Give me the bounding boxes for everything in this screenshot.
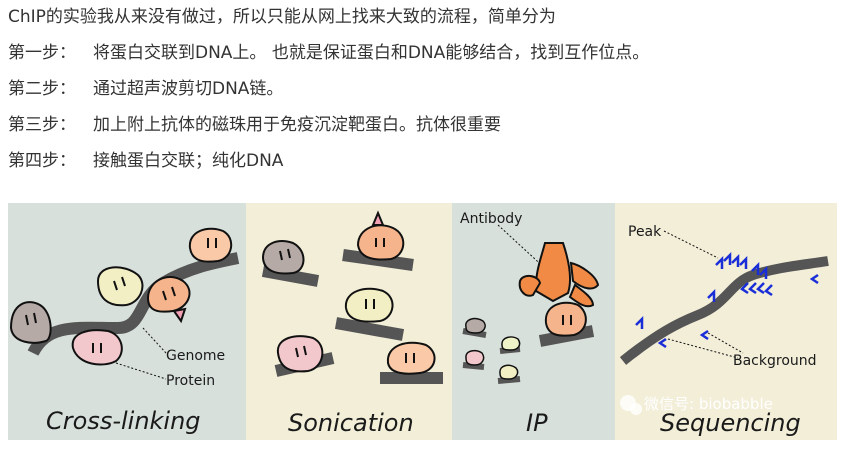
antibody-label: Antibody <box>460 211 522 227</box>
step-2-text: 通过超声波剪切DNA链。 <box>93 79 284 99</box>
chip-workflow-figure: Genome Protein Cross-linking Sonication … <box>8 203 837 440</box>
step-2-label: 第二步： <box>8 79 76 99</box>
step-4: 第四步： 接触蛋白交联；纯化DNA <box>8 150 283 172</box>
panel-title-crosslinking: Cross-linking <box>46 407 201 435</box>
article: ChIP的实验我从来没有做过，所以只能从网上找来大致的流程，简单分为 第一步： 将… <box>0 0 862 453</box>
panel-title-sonication: Sonication <box>288 409 414 437</box>
step-1-label: 第一步： <box>8 43 76 63</box>
step-4-label: 第四步： <box>8 151 76 171</box>
panel-title-sequencing: Sequencing <box>660 409 801 437</box>
peak-label: Peak <box>628 224 662 240</box>
panel-title-ip: IP <box>526 409 548 437</box>
step-3-label: 第三步： <box>8 115 76 135</box>
intro-paragraph: ChIP的实验我从来没有做过，所以只能从网上找来大致的流程，简单分为 <box>8 7 556 27</box>
protein-peach <box>188 227 233 263</box>
protein-pink <box>71 329 123 366</box>
step-1: 第一步： 将蛋白交联到DNA上。 也就是保证蛋白和DNA能够结合，找到互作位点。 <box>8 42 649 64</box>
step-3: 第三步： 加上附上抗体的磁珠用于免疫沉淀靶蛋白。抗体很重要 <box>8 114 501 136</box>
genome-label: Genome <box>166 348 225 364</box>
protein-yellow <box>96 266 144 307</box>
protein-label: Protein <box>166 373 215 389</box>
step-4-text: 接触蛋白交联；纯化DNA <box>93 151 284 171</box>
step-2: 第二步： 通过超声波剪切DNA链。 <box>8 78 283 100</box>
protein-grey <box>9 301 52 344</box>
step-3-text: 加上附上抗体的磁珠用于免疫沉淀靶蛋白。抗体很重要 <box>93 115 501 135</box>
background-label: Background <box>733 353 817 369</box>
step-1-text: 将蛋白交联到DNA上。 也就是保证蛋白和DNA能够结合，找到互作位点。 <box>93 43 650 63</box>
